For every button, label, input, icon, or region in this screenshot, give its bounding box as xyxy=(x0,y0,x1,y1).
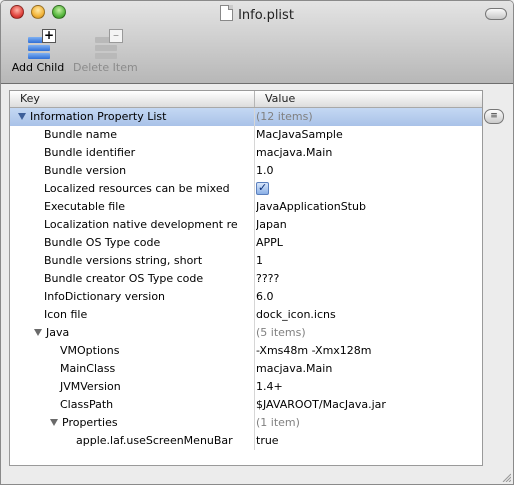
row-key: Localized resources can be mixed xyxy=(44,182,230,195)
table-row[interactable]: Bundle OS Type code APPL xyxy=(10,234,482,252)
row-key: Java xyxy=(46,326,70,339)
row-value[interactable]: 6.0 xyxy=(256,288,480,306)
resize-grip-icon[interactable] xyxy=(501,472,511,482)
delete-item-button[interactable]: – Delete Item xyxy=(73,29,138,74)
row-value[interactable]: 1.4+ xyxy=(256,378,480,396)
toolbar-toggle-button[interactable] xyxy=(485,8,507,20)
row-value: (5 items) xyxy=(256,326,306,339)
add-child-icon: + xyxy=(24,29,56,61)
row-value[interactable]: Japan xyxy=(256,216,480,234)
window-title: Info.plist xyxy=(1,5,513,23)
row-value[interactable]: MacJavaSample xyxy=(256,126,480,144)
row-key: Bundle version xyxy=(44,164,127,177)
row-value[interactable]: -Xms48m -Xmx128m xyxy=(256,342,480,360)
table-row[interactable]: MainClass macjava.Main xyxy=(10,360,482,378)
title-bar: Info.plist + Add Child – Delete Item xyxy=(1,1,513,84)
table-row[interactable]: Localized resources can be mixed xyxy=(10,180,482,198)
row-value: (1 item) xyxy=(256,416,300,429)
table-header: Key Value xyxy=(10,91,482,108)
row-value[interactable]: JavaApplicationStub xyxy=(256,198,480,216)
column-header-key[interactable]: Key xyxy=(10,91,255,107)
table-row[interactable]: Executable file JavaApplicationStub xyxy=(10,198,482,216)
table-row[interactable]: Bundle creator OS Type code ???? xyxy=(10,270,482,288)
table-row[interactable]: Java (5 items) xyxy=(10,324,482,342)
table-row[interactable]: VMOptions -Xms48m -Xmx128m xyxy=(10,342,482,360)
row-key: Bundle name xyxy=(44,128,117,141)
mixed-localizations-checkbox[interactable] xyxy=(256,180,269,197)
table-row[interactable]: Bundle version 1.0 xyxy=(10,162,482,180)
window-title-text: Info.plist xyxy=(238,8,294,23)
table-row[interactable]: Properties (1 item) xyxy=(10,414,482,432)
document-icon xyxy=(220,5,234,21)
row-key: Properties xyxy=(62,416,118,429)
row-key: Icon file xyxy=(44,308,88,321)
table-body: Information Property List (12 items) Bun… xyxy=(10,108,482,450)
row-action-button[interactable]: ≡ xyxy=(484,109,504,124)
row-key: Bundle OS Type code xyxy=(44,236,161,249)
row-key: Executable file xyxy=(44,200,126,213)
row-key: Localization native development re xyxy=(44,218,238,231)
delete-item-icon: – xyxy=(91,29,123,61)
row-value[interactable]: $JAVAROOT/MacJava.jar xyxy=(256,396,480,414)
content-area: Key Value Information Property List (12 … xyxy=(1,84,513,484)
disclosure-triangle-icon[interactable] xyxy=(34,329,42,336)
disclosure-triangle-icon[interactable] xyxy=(50,419,58,426)
row-key: InfoDictionary version xyxy=(44,290,166,303)
row-value[interactable]: dock_icon.icns xyxy=(256,306,480,324)
row-value[interactable]: 1.0 xyxy=(256,162,480,180)
table-row[interactable]: JVMVersion 1.4+ xyxy=(10,378,482,396)
plist-editor-window: Info.plist + Add Child – Delete Item Key… xyxy=(0,0,514,485)
row-key: Bundle versions string, short xyxy=(44,254,203,267)
disclosure-triangle-icon[interactable] xyxy=(18,113,26,120)
add-child-button[interactable]: + Add Child xyxy=(11,29,65,74)
table-row[interactable]: Bundle versions string, short 1 xyxy=(10,252,482,270)
table-row[interactable]: Icon file dock_icon.icns xyxy=(10,306,482,324)
table-row[interactable]: apple.laf.useScreenMenuBar true xyxy=(10,432,482,450)
row-key: Information Property List xyxy=(30,110,167,123)
delete-item-label: Delete Item xyxy=(73,61,138,74)
row-value[interactable]: true xyxy=(256,432,480,450)
table-row[interactable]: Localization native development re Japan xyxy=(10,216,482,234)
row-key: Bundle creator OS Type code xyxy=(44,272,204,285)
column-header-value[interactable]: Value xyxy=(255,91,295,107)
row-value[interactable]: APPL xyxy=(256,234,480,252)
row-value[interactable]: macjava.Main xyxy=(256,360,480,378)
add-child-label: Add Child xyxy=(11,61,65,74)
row-value[interactable]: 1 xyxy=(256,252,480,270)
table-row[interactable]: ClassPath $JAVAROOT/MacJava.jar xyxy=(10,396,482,414)
row-value[interactable]: ???? xyxy=(256,270,480,288)
table-row[interactable]: Bundle identifier macjava.Main xyxy=(10,144,482,162)
table-row[interactable]: Information Property List (12 items) xyxy=(10,108,482,126)
row-key: Bundle identifier xyxy=(44,146,136,159)
row-value[interactable]: macjava.Main xyxy=(256,144,480,162)
table-row[interactable]: InfoDictionary version 6.0 xyxy=(10,288,482,306)
property-list-table[interactable]: Key Value Information Property List (12 … xyxy=(9,90,483,466)
table-row[interactable]: Bundle name MacJavaSample xyxy=(10,126,482,144)
row-value: (12 items) xyxy=(256,110,313,123)
